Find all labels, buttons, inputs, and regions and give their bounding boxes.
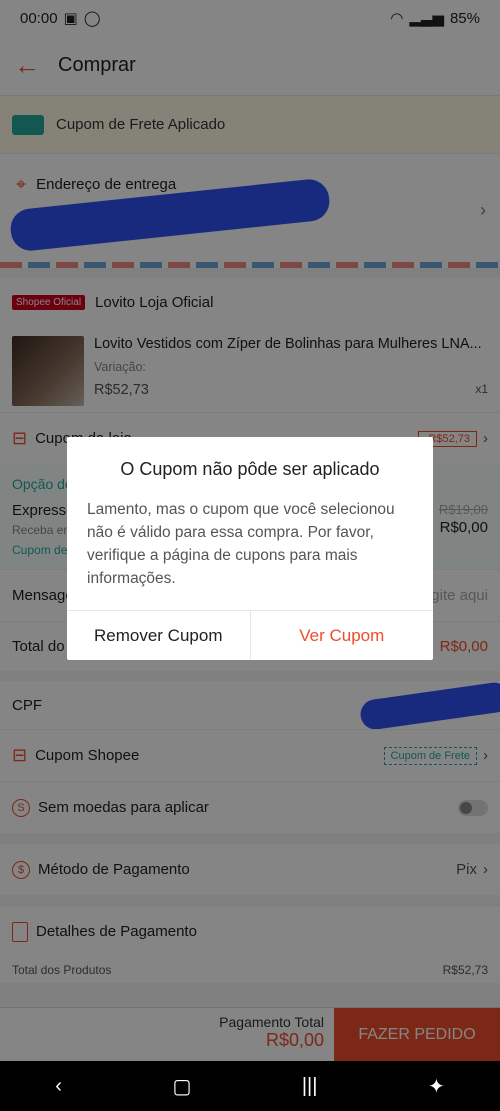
home-nav-icon[interactable]: ▢: [172, 1074, 191, 1099]
view-coupon-button[interactable]: Ver Cupom: [249, 611, 434, 660]
remove-coupon-button[interactable]: Remover Cupom: [67, 611, 250, 660]
dialog-message: Lamento, mas o cupom que você selecionou…: [87, 501, 395, 587]
accessibility-icon[interactable]: ✦: [428, 1074, 445, 1099]
coupon-error-dialog: O Cupom não pôde ser aplicado Lamento, m…: [67, 437, 433, 660]
back-nav-icon[interactable]: ‹: [55, 1075, 62, 1098]
system-nav-bar: ‹ ▢ ||| ✦: [0, 1061, 500, 1111]
dialog-title: O Cupom não pôde ser aplicado: [120, 459, 380, 479]
recents-nav-icon[interactable]: |||: [302, 1075, 318, 1098]
